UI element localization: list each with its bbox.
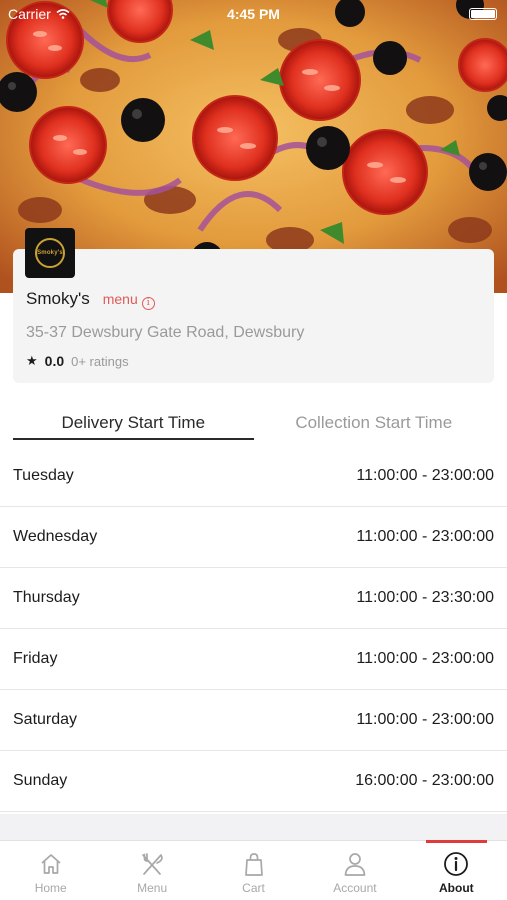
fork-knife-icon [142, 853, 163, 875]
restaurant-address: 35-37 Dewsbury Gate Road, Dewsbury [26, 324, 305, 341]
hours-row-saturday: Saturday 11:00:00 - 23:00:00 [0, 690, 507, 751]
time-range: 11:00:00 - 23:30:00 [356, 589, 494, 606]
logo-text: Smoky's [37, 250, 63, 256]
nav-menu[interactable]: Menu [101, 841, 202, 900]
start-time-tabs: Delivery Start Time Collection Start Tim… [13, 400, 494, 440]
hours-row-wednesday: Wednesday 11:00:00 - 23:00:00 [0, 507, 507, 568]
active-tab-indicator [425, 840, 488, 843]
time-range: 11:00:00 - 23:00:00 [356, 650, 494, 667]
tab-collection-start-time[interactable]: Collection Start Time [254, 400, 495, 440]
menu-link[interactable]: menu [103, 291, 138, 307]
hours-row-thursday: Thursday 11:00:00 - 23:30:00 [0, 568, 507, 629]
nav-label: Home [34, 881, 67, 895]
nav-label: Cart [242, 881, 265, 895]
restaurant-name: Smoky's [26, 289, 90, 308]
status-bar: Carrier 4:45 PM [0, 0, 507, 28]
info-circle-icon [444, 852, 469, 876]
restaurant-logo: Smoky's [25, 228, 75, 278]
time-range: 11:00:00 - 23:00:00 [356, 711, 494, 728]
day-label: Friday [13, 650, 58, 667]
bag-icon [244, 853, 263, 876]
info-icon[interactable]: i [141, 296, 155, 310]
time-range: 16:00:00 - 23:00:00 [355, 772, 494, 789]
tab-delivery-start-time[interactable]: Delivery Start Time [13, 400, 254, 440]
nav-home[interactable]: Home [0, 841, 101, 900]
nav-account[interactable]: Account [304, 841, 405, 900]
home-icon [41, 854, 61, 874]
day-label: Sunday [13, 772, 68, 789]
footer-spacer [0, 814, 507, 840]
status-time: 4:45 PM [227, 6, 280, 22]
opening-hours-list: Tuesday 11:00:00 - 23:00:00 Wednesday 11… [0, 446, 507, 812]
bottom-tab-bar: Home Menu Cart Account About [0, 840, 507, 900]
nav-label: Account [333, 881, 377, 895]
logo-ring: Smoky's [35, 238, 65, 268]
person-icon [344, 853, 366, 876]
time-range: 11:00:00 - 23:00:00 [356, 528, 494, 545]
day-label: Wednesday [13, 528, 98, 545]
time-range: 11:00:00 - 23:00:00 [356, 467, 494, 484]
nav-cart[interactable]: Cart [203, 841, 304, 900]
restaurant-info-card: Smoky's Smoky's menu i 35-37 Dewsbury Ga… [13, 228, 494, 383]
day-label: Saturday [13, 711, 78, 728]
nav-label: Menu [137, 881, 168, 895]
day-label: Tuesday [13, 467, 74, 484]
day-label: Thursday [13, 589, 80, 606]
rating-value: 0.0 [44, 353, 65, 369]
rating-count: 0+ ratings [71, 353, 129, 369]
star-icon: ★ [26, 353, 38, 368]
hours-row-tuesday: Tuesday 11:00:00 - 23:00:00 [0, 446, 507, 507]
nav-label: About [439, 881, 474, 895]
rating-row: ★ 0.0 0+ ratings [26, 353, 129, 369]
hours-row-friday: Friday 11:00:00 - 23:00:00 [0, 629, 507, 690]
restaurant-name-row: Smoky's menu i [26, 289, 155, 310]
battery-icon [469, 8, 497, 20]
nav-about[interactable]: About [406, 840, 507, 900]
hours-row-sunday: Sunday 16:00:00 - 23:00:00 [0, 751, 507, 812]
